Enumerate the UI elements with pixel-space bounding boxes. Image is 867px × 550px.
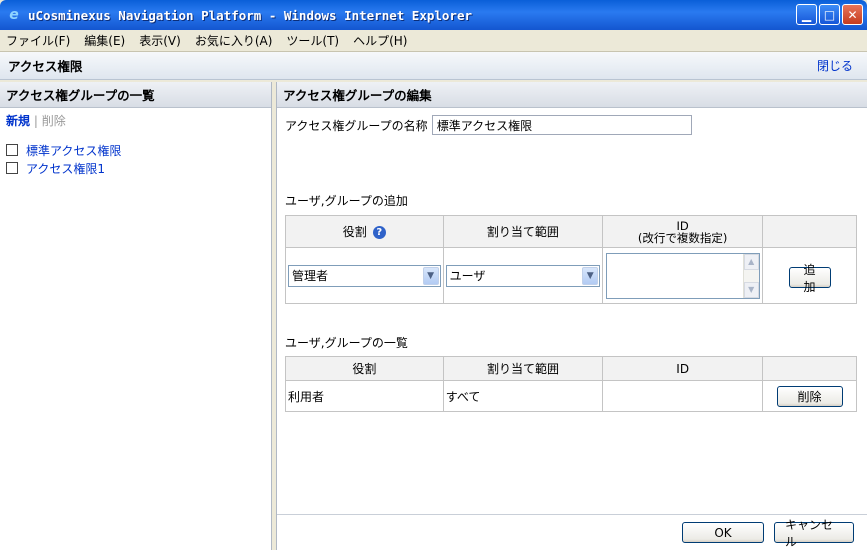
close-link[interactable]: 閉じる	[817, 57, 853, 74]
name-row: アクセス権グループの名称 標準アクセス権限	[285, 115, 692, 135]
row-id	[602, 380, 764, 412]
list-scope-header: 割り当て範囲	[442, 356, 604, 381]
chevron-down-icon[interactable]: ▼	[422, 266, 439, 285]
group-list-pane: アクセス権グループの一覧 新規 | 削除 標準アクセス権限 アクセス権限1	[0, 82, 272, 550]
menu-file[interactable]: ファイル(F)	[6, 32, 70, 49]
action-header	[762, 215, 857, 248]
role-header-label: 役割	[342, 225, 367, 239]
id-header: ID (改行で複数指定)	[602, 215, 764, 248]
list-item[interactable]: アクセス権限1	[6, 159, 265, 177]
textarea-scrollbar[interactable]: ▲ ▼	[742, 253, 759, 298]
help-icon[interactable]: ?	[372, 226, 386, 239]
group-edit-pane: アクセス権グループの編集 アクセス権グループの名称 標準アクセス権限 ユーザ,グ…	[276, 82, 867, 550]
group-list-title: アクセス権グループの一覧	[0, 82, 271, 108]
list-role-header: 役割	[285, 356, 444, 381]
dialog-footer: OK キャンセル	[277, 514, 867, 550]
group-list: 標準アクセス権限 アクセス権限1	[0, 133, 271, 185]
internet-explorer-icon: e	[9, 7, 19, 23]
list-section-title: ユーザ,グループの一覧	[285, 336, 408, 350]
scope-select-value: ユーザ	[449, 269, 486, 283]
list-id-header: ID	[602, 356, 764, 381]
id-textarea[interactable]: ▲ ▼	[605, 252, 760, 299]
delete-link: 削除	[41, 114, 66, 128]
row-role: 利用者	[285, 380, 444, 412]
list-action-header	[762, 356, 857, 381]
group-edit-title: アクセス権グループの編集	[277, 82, 867, 108]
row-scope: すべて	[442, 380, 604, 412]
group-link[interactable]: アクセス権限1	[26, 160, 105, 177]
id-header-label: ID	[676, 218, 689, 233]
menu-help[interactable]: ヘルプ(H)	[353, 32, 407, 49]
id-header-note: (改行で複数指定)	[637, 230, 728, 245]
menu-tools[interactable]: ツール(T)	[286, 32, 339, 49]
scope-header: 割り当て範囲	[442, 215, 604, 248]
window-title: uCosminexus Navigation Platform - Window…	[28, 7, 473, 23]
delete-button[interactable]: 削除	[776, 385, 843, 407]
name-label: アクセス権グループの名称	[285, 118, 428, 133]
scroll-down-icon[interactable]: ▼	[743, 281, 759, 298]
chevron-down-icon[interactable]: ▼	[582, 266, 599, 285]
ok-button[interactable]: OK	[682, 522, 764, 543]
menu-bar: ファイル(F) 編集(E) 表示(V) お気に入り(A) ツール(T) ヘルプ(…	[0, 30, 867, 52]
cancel-button[interactable]: キャンセル	[774, 518, 854, 549]
window-controls: ▁ □ ✕	[796, 4, 863, 25]
scroll-up-icon[interactable]: ▲	[743, 253, 759, 270]
page-title: アクセス権限	[8, 59, 83, 74]
role-header: 役割?	[285, 215, 444, 248]
scope-select[interactable]: ユーザ ▼	[445, 264, 601, 287]
menu-edit[interactable]: 編集(E)	[84, 32, 125, 49]
group-name-input[interactable]: 標準アクセス権限	[431, 115, 692, 135]
window-titlebar: e uCosminexus Navigation Platform - Wind…	[0, 0, 867, 30]
add-section-title: ユーザ,グループの追加	[285, 194, 408, 208]
minimize-icon[interactable]: ▁	[796, 4, 817, 25]
add-member-table: 役割? 割り当て範囲 ID (改行で複数指定) 管理者 ▼ ユーザ ▼ ▲ ▼ …	[285, 215, 857, 304]
role-select-value: 管理者	[292, 269, 329, 283]
checkbox[interactable]	[6, 144, 18, 156]
page-header: アクセス権限 閉じる	[0, 52, 867, 80]
list-item[interactable]: 標準アクセス権限	[6, 141, 265, 159]
new-link[interactable]: 新規	[6, 114, 30, 128]
role-select[interactable]: 管理者 ▼	[288, 264, 441, 287]
group-list-actions: 新規 | 削除	[0, 108, 271, 133]
add-button[interactable]: 追加	[788, 263, 831, 294]
member-list-table: 役割 割り当て範囲 ID 利用者 すべて 削除	[285, 356, 857, 412]
checkbox[interactable]	[6, 162, 18, 174]
menu-favorites[interactable]: お気に入り(A)	[195, 32, 273, 49]
close-icon[interactable]: ✕	[842, 4, 863, 25]
action-separator: |	[33, 114, 38, 128]
maximize-icon[interactable]: □	[819, 4, 840, 25]
menu-view[interactable]: 表示(V)	[139, 32, 181, 49]
table-row: 利用者 すべて 削除	[285, 380, 857, 412]
group-link[interactable]: 標準アクセス権限	[26, 142, 121, 159]
